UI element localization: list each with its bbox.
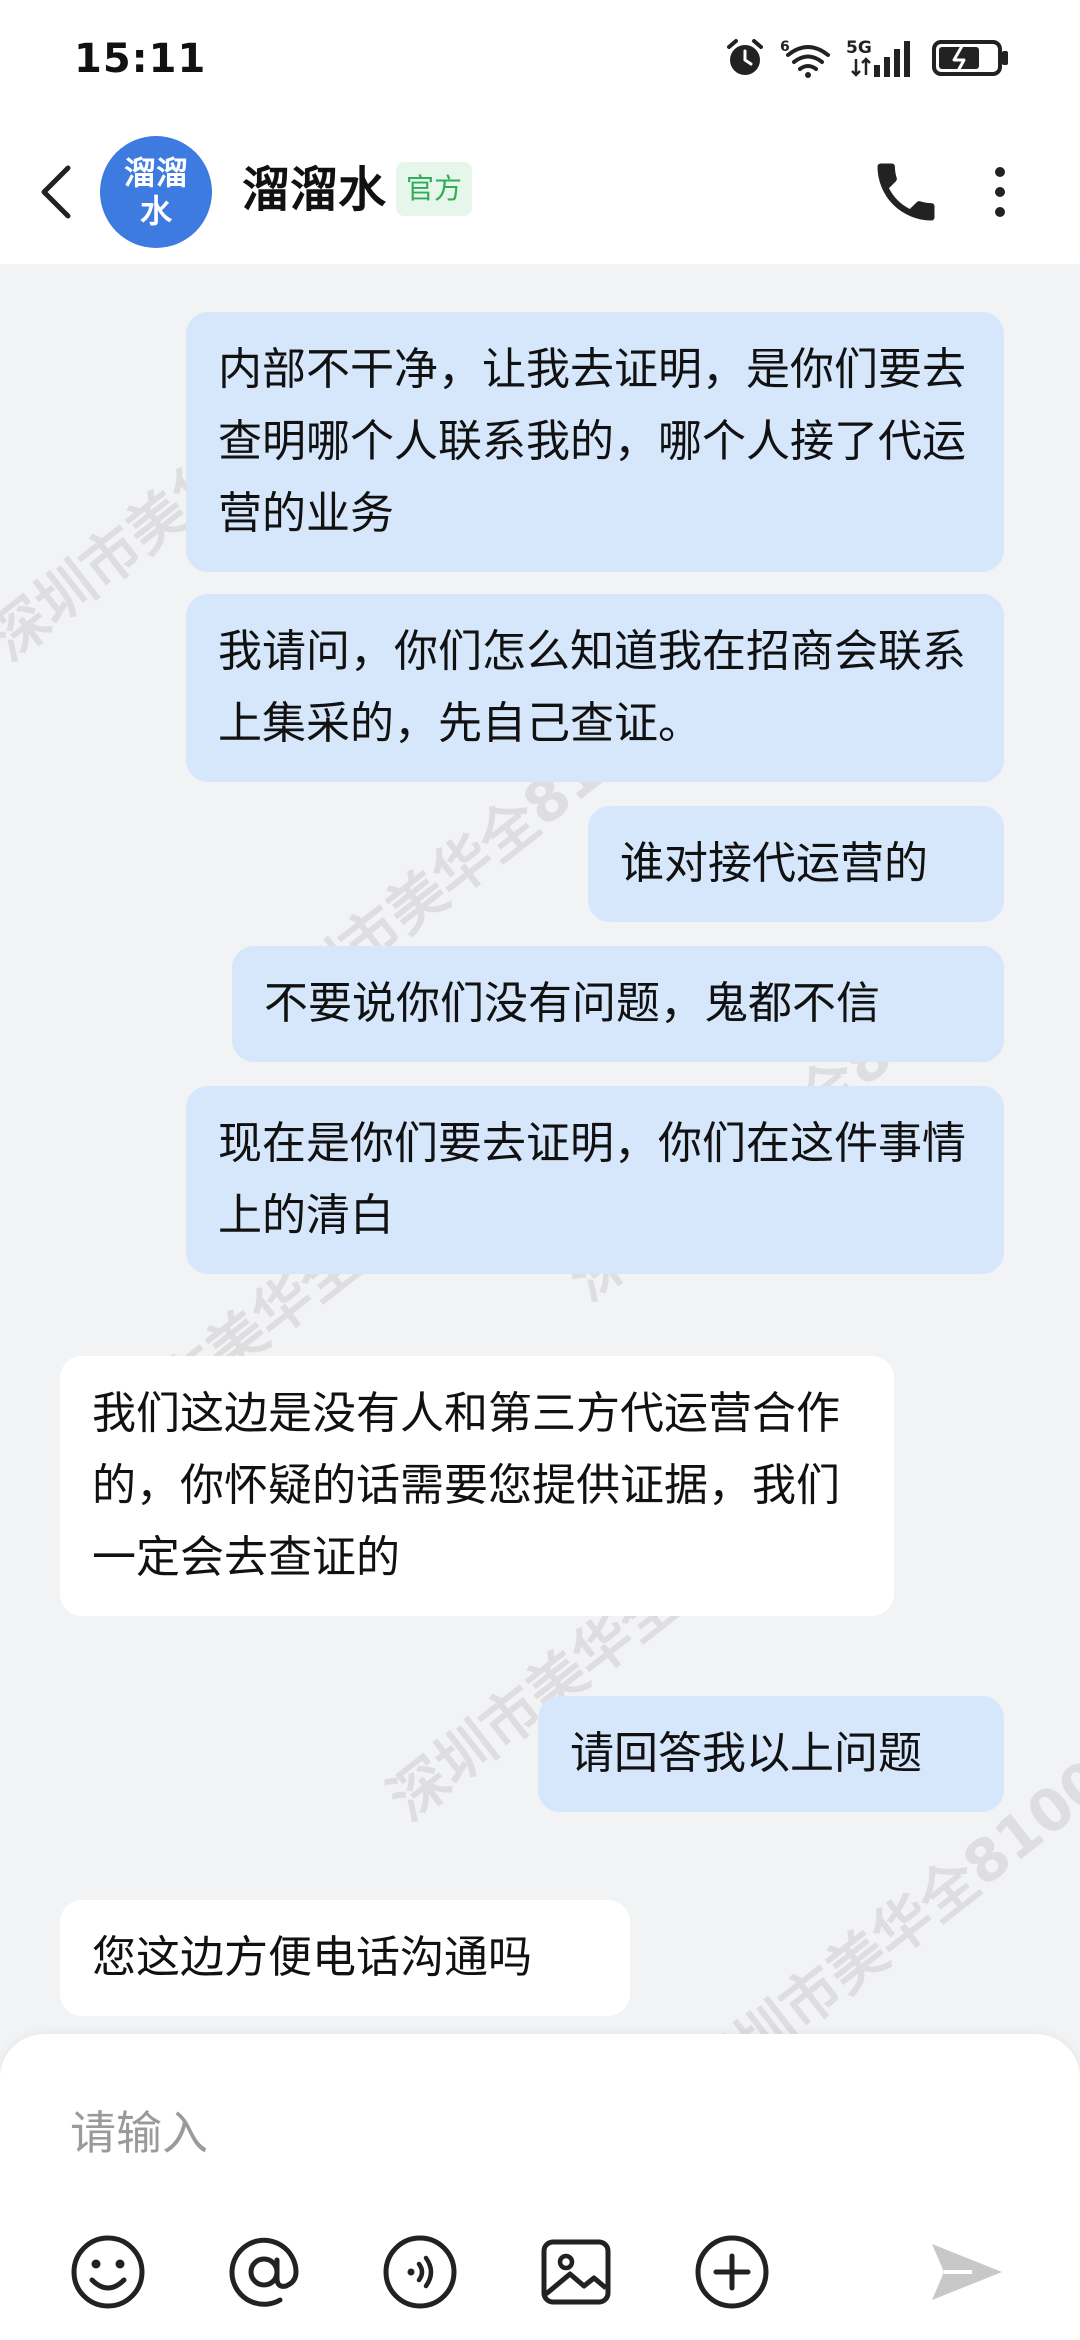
message-bubble-mine[interactable]: 谁对接代运营的 [588,806,1004,922]
emoji-button[interactable] [66,2230,150,2314]
official-badge: 官方 [396,162,473,216]
battery-icon [932,38,1010,78]
message-bubble-mine[interactable]: 不要说你们没有问题，鬼都不信 [232,946,1004,1062]
wifi-icon: 6 [780,37,832,79]
add-icon [695,2235,769,2309]
status-icons: 6 5G [724,34,1010,82]
message-input[interactable] [70,2098,970,2168]
message-bubble-mine[interactable]: 我请问，你们怎么知道我在招商会联系上集采的，先自己查证。 [186,594,1004,782]
back-button[interactable] [30,156,86,228]
voice-icon [383,2235,457,2309]
message-bubble-other[interactable]: 您这边方便电话沟通吗 [60,1900,630,2016]
emoji-icon [71,2235,145,2309]
contact-name: 溜溜水 [242,162,387,218]
send-icon [932,2244,1002,2300]
message-bubble-other[interactable]: 我们这边是没有人和第三方代运营合作的，你怀疑的话需要您提供证据，我们一定会去查证… [60,1356,894,1616]
add-button[interactable] [690,2230,774,2314]
message-bubble-mine[interactable]: 请回答我以上问题 [538,1696,1004,1812]
avatar-text: 溜溜水 [123,154,188,230]
back-icon [41,165,71,219]
more-icon [995,167,1005,217]
network-label: 5G [846,38,872,58]
input-panel [0,2034,1080,2340]
message-bubble-mine[interactable]: 现在是你们要去证明，你们在这件事情上的清白 [186,1086,1004,1274]
more-button[interactable] [980,154,1020,230]
signal-icon: 5G [846,37,918,79]
status-time: 15:11 [74,36,207,82]
send-button[interactable] [924,2230,1008,2314]
call-button[interactable] [868,154,944,230]
phone-icon [877,163,935,221]
voice-button[interactable] [378,2230,462,2314]
input-toolbar [0,2224,1080,2324]
message-bubble-mine[interactable]: 内部不干净，让我去证明，是你们要去查明哪个人联系我的，哪个人接了代运营的业务 [186,312,1004,572]
avatar[interactable]: 溜溜水 [100,136,212,248]
chat-area[interactable]: 深圳市美华全8100 深圳市美华全8100 深圳市美华全8100 深圳市美华全8… [0,264,1080,2034]
status-bar: 15:11 6 5G [0,0,1080,120]
chat-header: 溜溜水 溜溜水 官方 [0,120,1080,264]
image-icon [541,2239,611,2305]
alarm-icon [724,37,766,79]
image-button[interactable] [534,2230,618,2314]
mention-icon [229,2237,299,2307]
mention-button[interactable] [222,2230,306,2314]
